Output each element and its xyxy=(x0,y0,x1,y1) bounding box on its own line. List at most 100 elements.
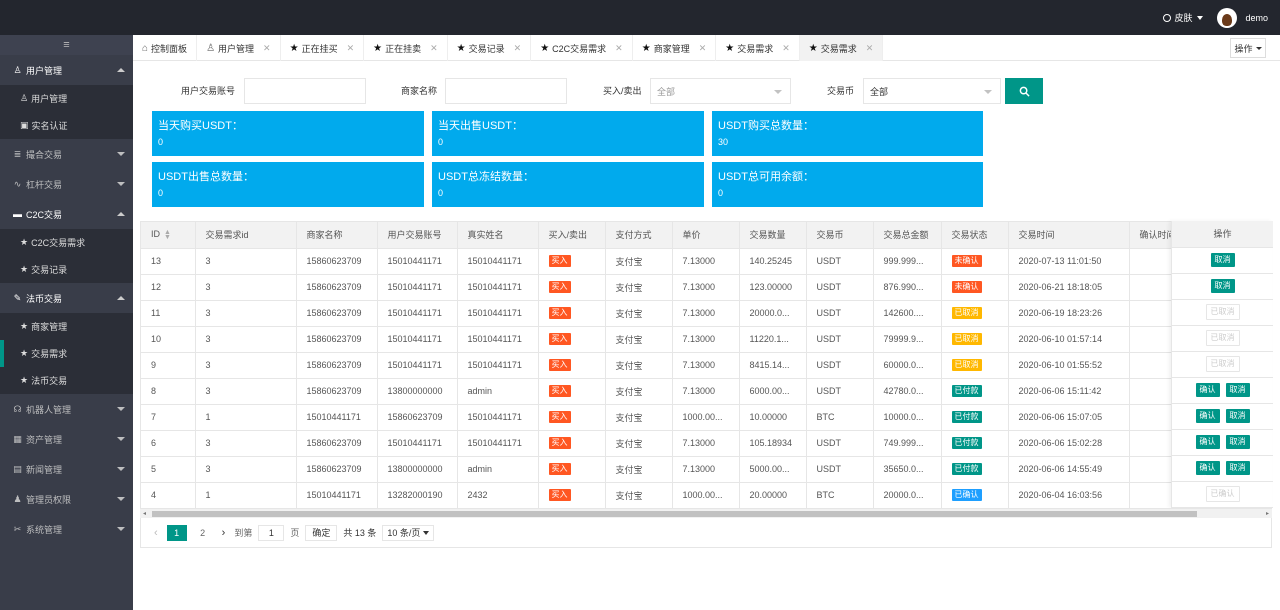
table-cell-name: 15010441171 xyxy=(457,352,539,379)
sidebar-group[interactable]: ♟ 管理员权限 xyxy=(0,484,133,514)
page-1[interactable]: 1 xyxy=(166,524,187,541)
cell-text: USDT xyxy=(816,464,842,474)
table-cell-req: 3 xyxy=(195,248,297,275)
stat-title: USDT总冻结数量： xyxy=(438,171,534,183)
tab-label: 用户管理 xyxy=(218,43,255,54)
search-button[interactable] xyxy=(1005,78,1043,104)
page-2[interactable]: 2 xyxy=(193,525,213,541)
sidebar-item[interactable]: ★ 交易记录 xyxy=(0,256,133,283)
scroll-left-icon[interactable]: ◂ xyxy=(143,510,146,517)
close-icon[interactable]: ✕ xyxy=(615,43,623,54)
star-icon: ★ xyxy=(540,42,550,54)
sidebar-item[interactable]: ★ 商家管理 xyxy=(0,313,133,340)
table-cell-time: 2020-06-19 18:23:26 xyxy=(1008,300,1130,327)
close-icon[interactable]: ✕ xyxy=(514,43,522,54)
cell-text: 20000.0... xyxy=(883,490,924,500)
sidebar-group[interactable]: ∿ 杠杆交易 xyxy=(0,169,133,199)
confirm-button[interactable]: 确认 xyxy=(1195,435,1220,449)
header-cell: 交易数量 xyxy=(739,222,807,249)
username[interactable]: demo xyxy=(1245,13,1268,23)
menu-toggle-icon[interactable]: ≡ xyxy=(0,35,133,55)
sidebar-group[interactable]: ▦ 资产管理 xyxy=(0,424,133,454)
next-page-icon[interactable]: › xyxy=(219,527,229,539)
confirm-button[interactable]: 确认 xyxy=(1195,461,1220,475)
tab[interactable]: ★ 商家管理 ✕ xyxy=(633,35,717,61)
skin-menu[interactable]: 皮肤 xyxy=(1163,11,1204,24)
cell-text: 1000.00... xyxy=(682,490,723,500)
tab[interactable]: ★ 交易需求 ✕ xyxy=(799,35,884,61)
tab[interactable]: ★ C2C交易需求 ✕ xyxy=(531,35,633,61)
avatar[interactable] xyxy=(1217,7,1238,28)
pagination: ‹ 1 2 › 到第 1 页 确定 共 13 条 10 条/页 xyxy=(140,518,1272,548)
merchant-input[interactable] xyxy=(445,78,567,104)
prev-page-icon[interactable]: ‹ xyxy=(151,527,161,539)
cell-text: 140.25245 xyxy=(749,256,793,266)
sidebar-group[interactable]: ☊ 机器人管理 xyxy=(0,394,133,424)
cell-text: 60000.0... xyxy=(883,360,924,370)
sidebar-group[interactable]: ▤ 新闻管理 xyxy=(0,454,133,484)
tab-label: 控制面板 xyxy=(151,43,188,54)
tab[interactable]: ★ 正在挂买 ✕ xyxy=(281,35,365,61)
per-page-select[interactable]: 10 条/页 xyxy=(382,524,435,541)
table-cell-side: 买入 xyxy=(538,378,606,405)
table-cell-pay: 支付宝 xyxy=(605,352,673,379)
coin-select[interactable]: 全部 xyxy=(863,78,1001,104)
sidebar-group[interactable]: ≣ 撮合交易 xyxy=(0,139,133,169)
sidebar-item[interactable]: ★ 交易需求 xyxy=(0,340,133,367)
cell-text: 15010441171 xyxy=(467,412,522,422)
scroll-right-icon[interactable]: ▸ xyxy=(1266,510,1269,517)
users-icon: ♟ xyxy=(13,493,22,504)
close-icon[interactable]: ✕ xyxy=(782,43,790,54)
tab[interactable]: ♙ 用户管理 ✕ xyxy=(197,35,281,61)
scrollbar-thumb[interactable] xyxy=(152,511,1197,517)
merchant-label: 商家名称 xyxy=(401,86,438,96)
tab[interactable]: ⌂ 控制面板 xyxy=(133,35,198,61)
star-icon: ★ xyxy=(641,42,651,54)
tab[interactable]: ★ 交易需求 ✕ xyxy=(716,35,800,61)
table-cell-time: 2020-06-06 15:11:42 xyxy=(1008,378,1130,405)
cancel-button[interactable]: 取消 xyxy=(1225,435,1250,449)
table-cell-name: 15010441171 xyxy=(457,248,539,275)
cancel-button[interactable]: 取消 xyxy=(1225,383,1250,397)
side-badge: 买入 xyxy=(548,333,571,345)
sidebar-group[interactable]: ✂ 系统管理 xyxy=(0,514,133,544)
cancel-button[interactable]: 取消 xyxy=(1210,279,1235,293)
sidebar-item[interactable]: ▣ 实名认证 xyxy=(0,112,133,139)
goto-confirm-button[interactable]: 确定 xyxy=(305,524,338,541)
cell-text: 15860623709 xyxy=(306,334,362,344)
operation-dropdown[interactable]: 操作 xyxy=(1230,38,1266,58)
sidebar-group[interactable]: ♙ 用户管理 xyxy=(0,55,133,85)
tab[interactable]: ★ 正在挂卖 ✕ xyxy=(364,35,448,61)
cancel-button[interactable]: 取消 xyxy=(1225,461,1250,475)
sidebar-group[interactable]: ▬ C2C交易 xyxy=(0,199,133,229)
filter-bar: 用户交易账号 商家名称 买入/卖出 全部 交易币 全部 xyxy=(133,78,1280,104)
confirm-button[interactable]: 确认 xyxy=(1195,383,1220,397)
close-icon[interactable]: ✕ xyxy=(263,43,271,54)
close-icon[interactable]: ✕ xyxy=(430,43,438,54)
star-icon: ★ xyxy=(20,375,29,385)
close-icon[interactable]: ✕ xyxy=(866,43,874,54)
cell-text: 2020-06-06 15:02:28 xyxy=(1018,438,1103,448)
sidebar-item[interactable]: ★ 法币交易 xyxy=(0,367,133,394)
cancel-button[interactable]: 取消 xyxy=(1225,409,1250,423)
sidebar-item[interactable]: ♙ 用户管理 xyxy=(0,85,133,112)
cancel-button[interactable]: 取消 xyxy=(1210,253,1235,267)
cell-text: 15860623709 xyxy=(306,256,362,266)
account-input[interactable] xyxy=(244,78,366,104)
close-icon[interactable]: ✕ xyxy=(347,43,355,54)
sidebar-group-label: 资产管理 xyxy=(26,434,63,445)
table-row: 5 3 15860623709 13800000000 admin 买入 支付宝 7.1300… xyxy=(141,456,1271,483)
header-cell[interactable]: ID ▲ ▼ xyxy=(141,222,196,249)
goto-input[interactable]: 1 xyxy=(258,524,285,541)
confirm-button[interactable]: 确认 xyxy=(1195,409,1220,423)
operation-cell: 已取消 xyxy=(1172,325,1273,352)
close-icon[interactable]: ✕ xyxy=(699,43,707,54)
sidebar-group[interactable]: ✎ 法币交易 xyxy=(0,283,133,313)
horizontal-scrollbar[interactable]: ◂ ▸ xyxy=(140,508,1272,518)
sidebar-item[interactable]: ★ C2C交易需求 xyxy=(0,229,133,256)
sort-icon[interactable]: ▲ ▼ xyxy=(164,229,171,241)
status-badge: 已付款 xyxy=(951,411,982,423)
table-cell-side: 买入 xyxy=(538,274,606,301)
buysell-select[interactable]: 全部 xyxy=(650,78,791,104)
tab[interactable]: ★ 交易记录 ✕ xyxy=(448,35,532,61)
